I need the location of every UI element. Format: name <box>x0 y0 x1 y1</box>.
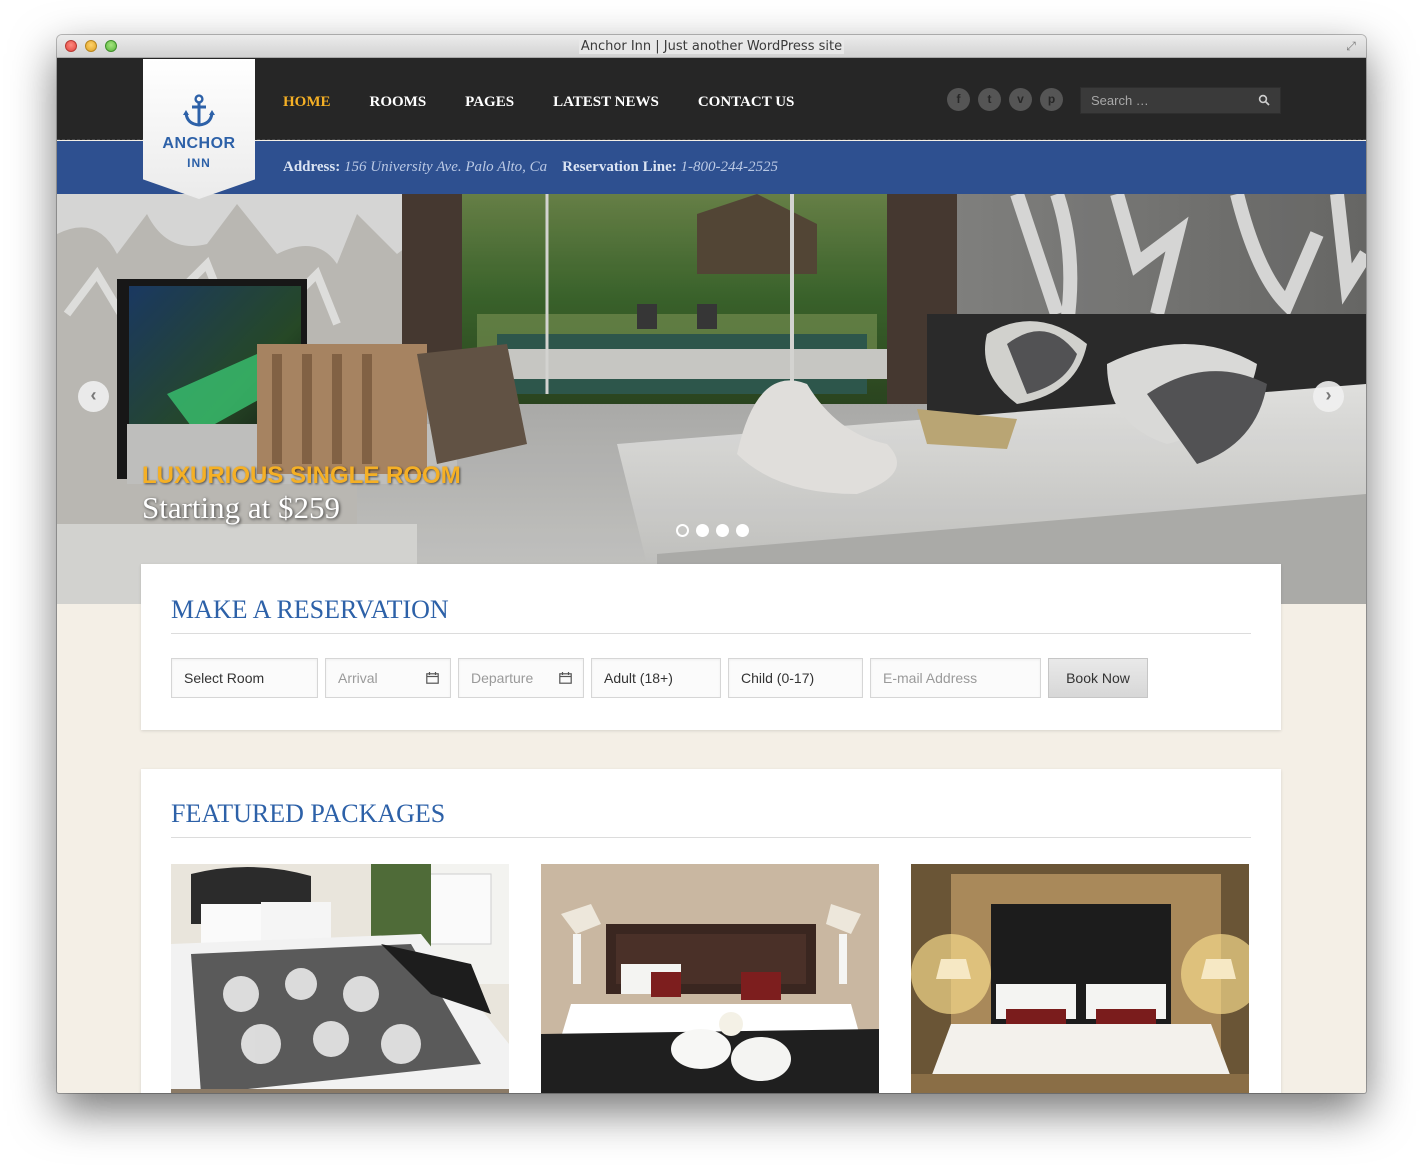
nav-contact-us[interactable]: CONTACT US <box>698 94 795 111</box>
vimeo-icon[interactable]: v <box>1009 88 1032 111</box>
slider-next-button[interactable]: › <box>1313 381 1344 412</box>
logo-subtitle: INN <box>187 156 211 170</box>
anchor-icon <box>183 94 215 127</box>
site-logo[interactable]: ANCHOR INN <box>143 59 255 199</box>
window-title-text: Anchor Inn | Just another WordPress site <box>578 39 845 54</box>
adult-count-dropdown[interactable]: Adult (18+) <box>591 658 721 698</box>
nav-home[interactable]: HOME <box>283 94 331 111</box>
search-box <box>1080 87 1281 114</box>
pinterest-icon[interactable]: p <box>1040 88 1063 111</box>
hero-room-image <box>57 194 1366 604</box>
hero-slider: ‹ › LUXURIOUS SINGLE ROOM Starting at $2… <box>57 194 1366 604</box>
slide-dot-2[interactable] <box>696 524 709 537</box>
search-icon[interactable] <box>1258 94 1270 106</box>
nav-rooms[interactable]: ROOMS <box>370 94 427 111</box>
email-field[interactable]: E-mail Address <box>870 658 1041 698</box>
departure-placeholder: Departure <box>471 670 534 686</box>
logo-name: ANCHOR <box>162 135 236 152</box>
fullscreen-icon[interactable]: ⤢ <box>1344 39 1358 53</box>
reservation-line-label: Reservation Line: <box>562 159 677 175</box>
phone-text[interactable]: 1-800-244-2525 <box>681 159 779 175</box>
facebook-icon[interactable]: f <box>947 88 970 111</box>
arrival-placeholder: Arrival <box>338 670 378 686</box>
contact-info: Address: 156 University Ave. Palo Alto, … <box>283 159 778 176</box>
slide-dot-4[interactable] <box>736 524 749 537</box>
email-placeholder: E-mail Address <box>883 670 978 686</box>
twitter-icon[interactable]: t <box>978 88 1001 111</box>
window-title: Anchor Inn | Just another WordPress site <box>57 39 1366 54</box>
browser-window: Anchor Inn | Just another WordPress site… <box>57 35 1366 1093</box>
hero-title: LUXURIOUS SINGLE ROOM <box>142 462 461 489</box>
address-label: Address: <box>283 159 341 175</box>
slider-pagination <box>676 524 749 537</box>
departure-date-field[interactable]: Departure <box>458 658 584 698</box>
calendar-icon[interactable] <box>559 672 572 684</box>
featured-title: FEATURED PACKAGES <box>171 799 446 828</box>
child-label: Child (0-17) <box>741 670 815 686</box>
arrival-date-field[interactable]: Arrival <box>325 658 451 698</box>
featured-packages-panel: FEATURED PACKAGES <box>141 769 1281 1093</box>
book-now-button[interactable]: Book Now <box>1048 658 1148 698</box>
social-links: f t v p <box>947 88 1063 111</box>
calendar-icon[interactable] <box>426 672 439 684</box>
main-nav: HOME ROOMS PAGES LATEST NEWS CONTACT US <box>283 94 833 111</box>
package-image-2[interactable] <box>541 864 879 1093</box>
package-image-1[interactable] <box>171 864 509 1093</box>
title-bar: Anchor Inn | Just another WordPress site… <box>57 35 1366 58</box>
reservation-panel: MAKE A RESERVATION Select Room Arrival D… <box>141 564 1281 730</box>
slide-dot-1[interactable] <box>676 524 689 537</box>
select-room-label: Select Room <box>184 670 265 686</box>
hero-subtitle: Starting at $259 <box>142 490 341 525</box>
adult-label: Adult (18+) <box>604 670 673 686</box>
section-divider <box>171 633 1251 634</box>
nav-latest-news[interactable]: LATEST NEWS <box>553 94 659 111</box>
search-input[interactable] <box>1081 88 1251 113</box>
nav-pages[interactable]: PAGES <box>465 94 514 111</box>
slide-dot-3[interactable] <box>716 524 729 537</box>
section-divider <box>171 837 1251 838</box>
child-count-dropdown[interactable]: Child (0-17) <box>728 658 863 698</box>
package-image-3[interactable] <box>911 864 1249 1093</box>
reservation-title: MAKE A RESERVATION <box>171 595 449 624</box>
select-room-dropdown[interactable]: Select Room <box>171 658 318 698</box>
address-text: 156 University Ave. Palo Alto, Ca <box>343 159 548 175</box>
slider-prev-button[interactable]: ‹ <box>78 381 109 412</box>
